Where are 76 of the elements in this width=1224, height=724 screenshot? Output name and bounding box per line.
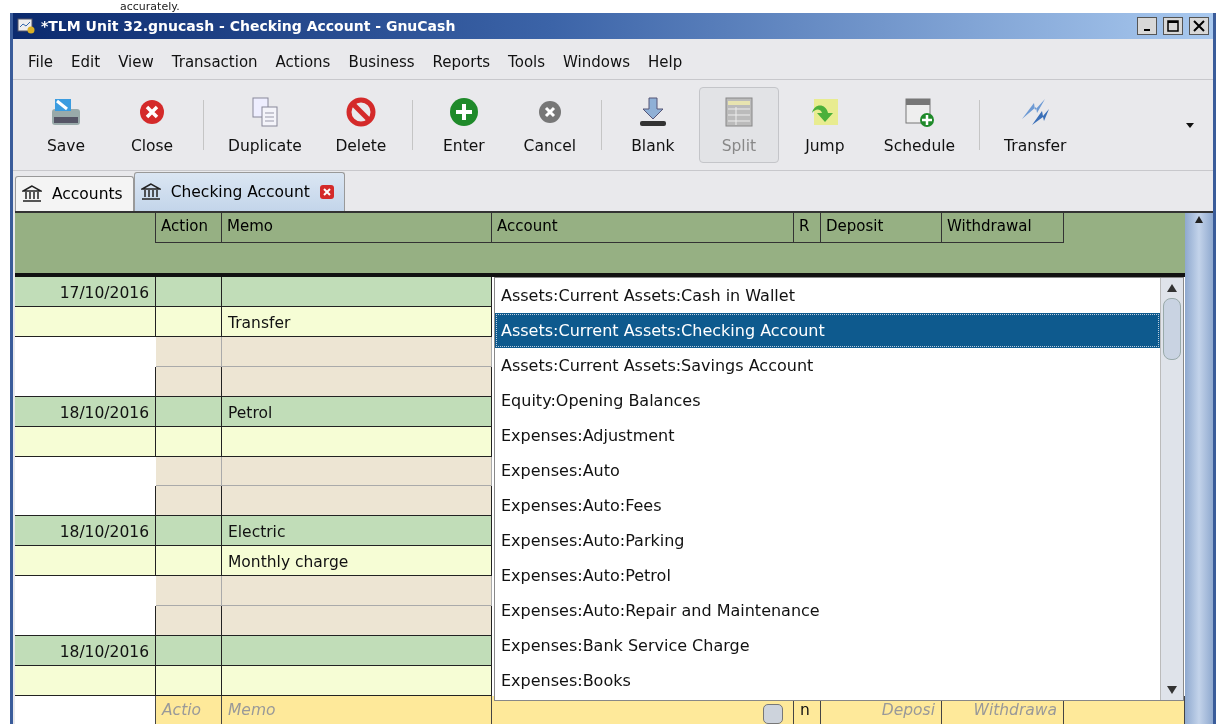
dropdown-item[interactable]: Expenses:Auto:Fees: [495, 488, 1160, 523]
minimize-icon: [1144, 29, 1150, 31]
dropdown-item[interactable]: Expenses:Auto:Parking: [495, 523, 1160, 558]
dropdown-item[interactable]: Expenses:Auto: [495, 453, 1160, 488]
menu-item[interactable]: Tools: [499, 53, 555, 71]
dropdown-item[interactable]: Expenses:Auto:Repair and Maintenance: [495, 593, 1160, 628]
dropdown-item[interactable]: Assets:Current Assets:Savings Account: [495, 348, 1160, 383]
dropdown-item[interactable]: Expenses:Auto:Petrol: [495, 558, 1160, 593]
table-cell: [156, 306, 222, 337]
action-cell: [156, 636, 222, 667]
column-header: Action: [155, 213, 222, 243]
date-cell: 18/10/2016: [15, 636, 156, 667]
toolbar-button[interactable]: Save: [26, 87, 106, 163]
app-icon: [17, 18, 35, 34]
table-cell: [156, 546, 222, 577]
table-cell: [156, 666, 222, 696]
dropdown-item[interactable]: Assets:Current Assets:Cash in Wallet: [495, 278, 1160, 313]
toolbar-button[interactable]: Cancel: [509, 87, 590, 163]
dropdown-item[interactable]: Expenses:Bank Service Charge: [495, 628, 1160, 663]
scroll-up-icon[interactable]: [1166, 282, 1178, 294]
menu-item[interactable]: Reports: [423, 53, 500, 71]
action-cell: [156, 516, 222, 547]
toolbar-button[interactable]: Close: [112, 87, 192, 163]
dropdown-item[interactable]: Assets:Current Assets:Checking Account: [495, 313, 1160, 348]
split-cell: [156, 486, 222, 517]
dropdown-item[interactable]: Expenses:Books: [495, 663, 1160, 698]
scroll-thumb[interactable]: [1163, 298, 1181, 360]
description-cell: Electric: [222, 516, 492, 547]
close-icon: [1193, 20, 1205, 32]
menu-item[interactable]: Transaction: [162, 53, 267, 71]
bank-icon: [22, 185, 42, 203]
tab-label: Accounts: [52, 185, 123, 203]
maximize-icon: [1167, 20, 1179, 32]
toolbar-button[interactable]: Schedule: [870, 87, 969, 163]
toolbar-button[interactable]: Blank: [612, 87, 693, 163]
toolbar-button[interactable]: Enter: [423, 87, 504, 163]
column-header: Withdrawal: [941, 213, 1064, 243]
calendar-icon: [902, 95, 937, 129]
menu-item[interactable]: Help: [639, 53, 692, 71]
split-cell: [156, 366, 222, 397]
toolbar-button[interactable]: Jump: [784, 87, 865, 163]
notes-cell: Transfer: [222, 306, 492, 337]
maximize-button[interactable]: [1163, 17, 1183, 35]
toolbar-button[interactable]: Transfer: [991, 87, 1080, 163]
menu-item[interactable]: Windows: [554, 53, 639, 71]
window-title: *TLM Unit 32.gnucash - Checking Account - GnuCash: [41, 18, 457, 34]
dropdown-button[interactable]: [763, 704, 783, 724]
table-cell: [156, 426, 222, 457]
menu-item[interactable]: Actions: [266, 53, 340, 71]
dropdown-scrollbar[interactable]: [1160, 278, 1183, 700]
menu-item[interactable]: Business: [339, 53, 424, 71]
date-cell: 18/10/2016: [15, 396, 156, 427]
menu-item[interactable]: Edit: [62, 53, 110, 71]
minimize-button[interactable]: [1137, 17, 1157, 35]
toolbar-button[interactable]: Duplicate: [215, 87, 315, 163]
tab[interactable]: Checking Account: [133, 172, 345, 211]
action-cell: [156, 276, 222, 307]
caption-text: accurately.: [120, 0, 180, 13]
description-cell: Petrol: [222, 396, 492, 427]
scrollbar[interactable]: [1185, 213, 1213, 724]
dropdown-item[interactable]: Equity:Opening Balances: [495, 383, 1160, 418]
tab[interactable]: Accounts: [15, 176, 134, 211]
menu-item[interactable]: File: [19, 53, 63, 71]
action-cell: [156, 396, 222, 427]
close-button[interactable]: [1189, 17, 1209, 35]
menu-item[interactable]: View: [109, 53, 163, 71]
date-cell: 17/10/2016: [15, 276, 156, 307]
dropdown-item[interactable]: Expenses:Adjustment: [495, 418, 1160, 453]
close-icon[interactable]: [319, 185, 334, 199]
date-cell: 18/10/2016: [15, 516, 156, 547]
bank-icon: [140, 183, 161, 201]
toolbar-button[interactable]: Delete: [320, 87, 401, 163]
split-cell: [156, 606, 222, 637]
tab-label: Checking Account: [170, 183, 310, 201]
overflow-caret-icon[interactable]: [1185, 121, 1195, 129]
notes-cell: Monthly charge: [222, 546, 492, 577]
